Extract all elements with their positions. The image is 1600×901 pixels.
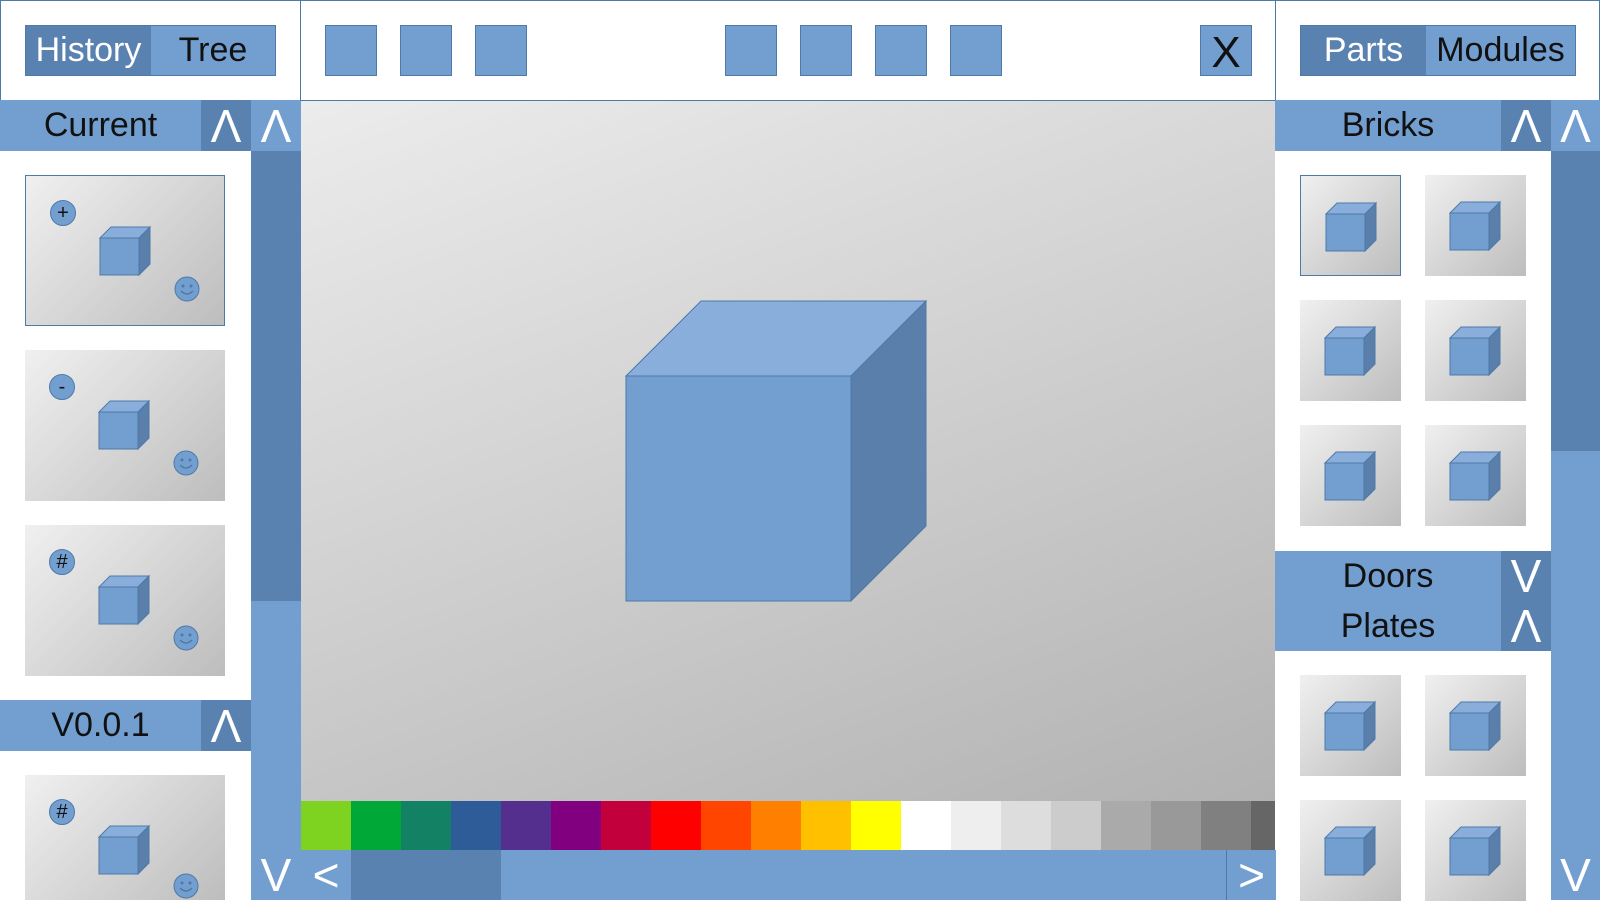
cube-icon bbox=[1324, 825, 1376, 876]
color-swatch[interactable] bbox=[851, 801, 901, 850]
right-scroll-up-button[interactable]: Λ bbox=[1551, 100, 1600, 151]
current-collapse-button[interactable]: Λ bbox=[201, 100, 251, 151]
color-swatch[interactable] bbox=[301, 801, 351, 850]
color-swatch[interactable] bbox=[951, 801, 1001, 850]
tab-parts[interactable]: Parts bbox=[1301, 26, 1426, 75]
cube-icon bbox=[1449, 450, 1501, 501]
color-swatch[interactable] bbox=[801, 801, 851, 850]
left-scroll-down-button[interactable]: V bbox=[251, 850, 301, 900]
cube-icon bbox=[98, 399, 150, 450]
brick-part-item[interactable] bbox=[1425, 425, 1526, 526]
cube-icon bbox=[1449, 700, 1501, 751]
version-section-title: V0.0.1 bbox=[0, 700, 201, 751]
cube-icon bbox=[1325, 201, 1377, 252]
plate-part-item[interactable] bbox=[1425, 675, 1526, 776]
plate-part-item[interactable] bbox=[1425, 800, 1526, 901]
version-collapse-button[interactable]: Λ bbox=[201, 700, 251, 751]
brick-part-item[interactable] bbox=[1300, 300, 1401, 401]
plate-part-item[interactable] bbox=[1300, 800, 1401, 901]
color-swatch[interactable] bbox=[701, 801, 751, 850]
close-button[interactable]: X bbox=[1200, 25, 1252, 76]
color-swatch[interactable] bbox=[901, 801, 951, 850]
toolbar-button[interactable] bbox=[725, 25, 777, 76]
hash-badge-icon: # bbox=[49, 799, 75, 825]
history-item[interactable]: - bbox=[25, 350, 225, 501]
palette-scrollbar-thumb[interactable] bbox=[351, 850, 501, 900]
plate-part-item[interactable] bbox=[1300, 675, 1401, 776]
history-item[interactable]: + bbox=[25, 175, 225, 326]
bricks-toggle-button[interactable]: Λ bbox=[1501, 100, 1551, 151]
brick-part-item[interactable] bbox=[1425, 300, 1526, 401]
left-tab-bar: History Tree bbox=[25, 25, 276, 76]
toolbar-button[interactable] bbox=[475, 25, 527, 76]
cube-icon bbox=[1324, 450, 1376, 501]
history-item[interactable]: # bbox=[25, 525, 225, 676]
palette-scrollbar-track[interactable] bbox=[501, 850, 1226, 900]
color-swatch[interactable] bbox=[1001, 801, 1051, 850]
cube-icon bbox=[1449, 825, 1501, 876]
cube-icon bbox=[99, 225, 151, 276]
color-swatch[interactable] bbox=[351, 801, 401, 850]
brick-part-item[interactable] bbox=[1300, 175, 1401, 276]
cube-icon bbox=[98, 824, 150, 875]
right-tab-bar: Parts Modules bbox=[1300, 25, 1576, 76]
left-scrollbar-track[interactable] bbox=[251, 601, 301, 850]
color-swatch[interactable] bbox=[651, 801, 701, 850]
cube-icon bbox=[1324, 325, 1376, 376]
version-item[interactable]: # bbox=[25, 775, 225, 900]
category-bricks-title: Bricks bbox=[1275, 100, 1501, 151]
hash-badge-icon: # bbox=[49, 549, 75, 575]
color-swatch[interactable] bbox=[1051, 801, 1101, 850]
cube-icon bbox=[1449, 200, 1501, 251]
smiley-icon bbox=[174, 276, 200, 302]
palette-scroll-right-button[interactable]: > bbox=[1226, 850, 1276, 900]
toolbar-button[interactable] bbox=[325, 25, 377, 76]
remove-badge-icon: - bbox=[49, 374, 75, 400]
cube-model[interactable] bbox=[625, 300, 927, 602]
cube-icon bbox=[1324, 700, 1376, 751]
current-section-title: Current bbox=[0, 100, 201, 151]
toolbar-button[interactable] bbox=[400, 25, 452, 76]
tab-history[interactable]: History bbox=[26, 26, 151, 75]
tab-modules[interactable]: Modules bbox=[1426, 26, 1575, 75]
color-swatch[interactable] bbox=[751, 801, 801, 850]
toolbar-button[interactable] bbox=[800, 25, 852, 76]
left-scrollbar-thumb[interactable] bbox=[251, 151, 301, 601]
brick-part-item[interactable] bbox=[1300, 425, 1401, 526]
color-swatch[interactable] bbox=[1201, 801, 1251, 850]
color-swatch[interactable] bbox=[1151, 801, 1201, 850]
color-palette bbox=[301, 801, 1275, 850]
right-scrollbar-thumb[interactable] bbox=[1551, 151, 1600, 451]
color-swatch[interactable] bbox=[551, 801, 601, 850]
toolbar-button[interactable] bbox=[950, 25, 1002, 76]
category-doors-title: Doors bbox=[1275, 551, 1501, 601]
doors-toggle-button[interactable]: V bbox=[1501, 551, 1551, 601]
palette-scroll-left-button[interactable]: < bbox=[301, 850, 351, 900]
left-scroll-up-button[interactable]: Λ bbox=[251, 100, 301, 151]
viewport-3d[interactable] bbox=[301, 101, 1275, 801]
right-scroll-down-button[interactable]: V bbox=[1551, 850, 1600, 900]
tab-tree[interactable]: Tree bbox=[151, 26, 275, 75]
color-swatch[interactable] bbox=[1101, 801, 1151, 850]
brick-part-item[interactable] bbox=[1425, 175, 1526, 276]
smiley-icon bbox=[173, 873, 199, 899]
color-swatch[interactable] bbox=[1251, 801, 1275, 850]
color-swatch[interactable] bbox=[451, 801, 501, 850]
toolbar-button[interactable] bbox=[875, 25, 927, 76]
cube-icon bbox=[1449, 325, 1501, 376]
cube-icon bbox=[98, 574, 150, 625]
plates-toggle-button[interactable]: Λ bbox=[1501, 601, 1551, 651]
add-badge-icon: + bbox=[50, 200, 76, 226]
smiley-icon bbox=[173, 450, 199, 476]
color-swatch[interactable] bbox=[601, 801, 651, 850]
color-swatch[interactable] bbox=[401, 801, 451, 850]
right-scrollbar-track[interactable] bbox=[1551, 451, 1600, 850]
color-swatch[interactable] bbox=[501, 801, 551, 850]
smiley-icon bbox=[173, 625, 199, 651]
category-plates-title: Plates bbox=[1275, 601, 1501, 651]
